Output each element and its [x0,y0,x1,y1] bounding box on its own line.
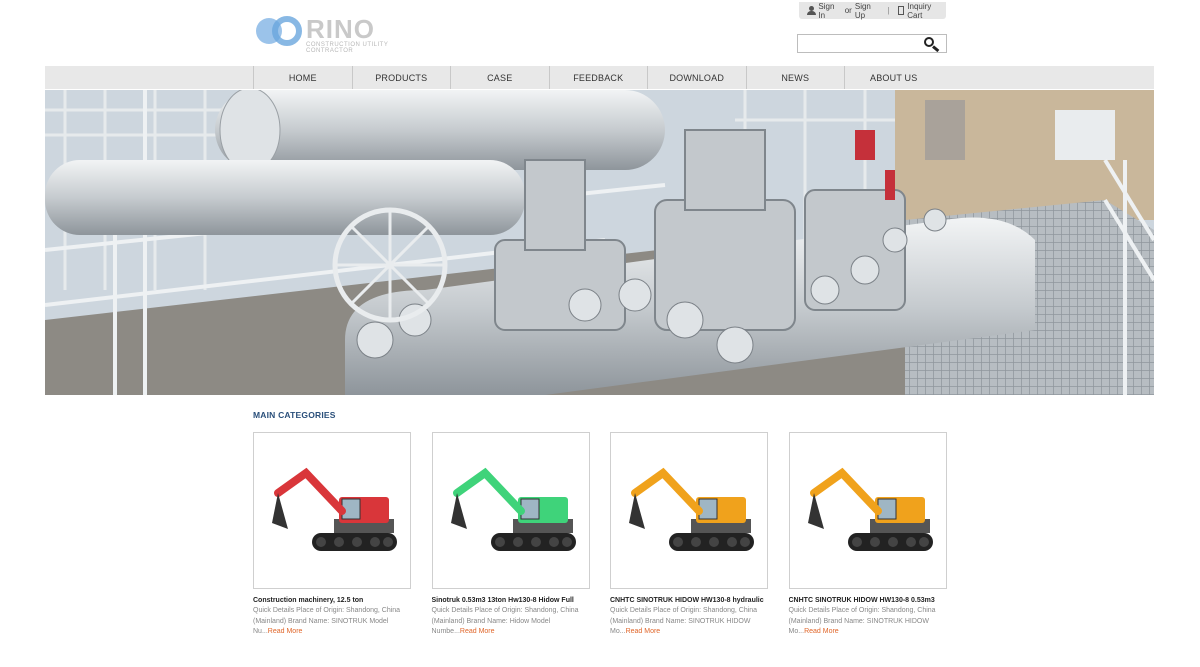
excavator-image [432,433,589,588]
hero-image [45,90,1154,395]
account-bar: Sign In or Sign Up | Inquiry Cart [799,2,946,20]
product-description: Quick Details Place of Origin: Shandong,… [432,606,590,638]
site-logo[interactable]: RINO CONSTRUCTION UTILITY CONTRACTOR [254,14,434,54]
inquiry-cart-link[interactable]: Inquiry Cart [907,2,946,20]
nav-item-products[interactable]: PRODUCTS [351,66,451,89]
product-thumbnail[interactable] [610,432,768,589]
excavator-image [611,433,767,588]
product-name[interactable]: CNHTC SINOTRUK HIDOW HW130-8 0.53m3 [789,596,947,605]
nav-item-home[interactable]: HOME [253,66,352,89]
nav-item-case[interactable]: CASE [450,66,549,89]
product-card[interactable]: CNHTC SINOTRUK HIDOW HW130-8 0.53m3 Quick… [788,432,947,638]
sign-up-link[interactable]: Sign Up [855,2,882,20]
product-description: Quick Details Place of Origin: Shandong,… [789,606,947,638]
nav-item-news[interactable]: NEWS [745,66,845,89]
product-card[interactable]: Sinotruk 0.53m3 13ton Hw130-8 Hidow Full… [431,432,590,638]
search-button[interactable] [924,37,940,53]
read-more-link[interactable]: Read More [804,628,839,635]
read-more-link[interactable]: Read More [626,628,661,635]
read-more-link[interactable]: Read More [460,628,495,635]
product-description-text: Quick Details Place of Origin: Shandong,… [431,607,579,635]
product-name[interactable]: Sinotruk 0.53m3 13ton Hw130-8 Hidow Full [432,596,590,605]
product-name[interactable]: Construction machinery, 12.5 ton [253,596,411,605]
nav-item-about-us[interactable]: ABOUT US [844,66,943,89]
main-nav: HOME PRODUCTS CASE FEEDBACK DOWNLOAD NEWS ABOU… [45,66,1154,89]
product-name[interactable]: CNHTC SINOTRUK HIDOW HW130-8 hydraulic [610,596,768,605]
nav-list: HOME PRODUCTS CASE FEEDBACK DOWNLOAD NEWS ABOU… [253,66,943,89]
product-card[interactable]: Construction machinery, 12.5 ton Quick De… [253,432,411,638]
excavator-image [254,433,410,588]
product-card[interactable]: CNHTC SINOTRUK HIDOW HW130-8 hydraulic Qu… [610,432,768,638]
product-grid: Construction machinery, 12.5 ton Quick De… [253,432,953,642]
logo-text: RINO [306,14,375,44]
sign-in-link[interactable]: Sign In [818,2,841,20]
nav-item-feedback[interactable]: FEEDBACK [548,66,648,89]
separator: | [887,6,890,15]
user-icon [807,6,817,15]
product-description: Quick Details Place of Origin: Shandong,… [610,606,768,638]
product-thumbnail[interactable] [788,432,947,589]
read-more-link[interactable]: Read More [268,628,303,635]
logo-ring [272,16,302,46]
or-label: or [844,6,852,15]
product-description: Quick Details Place of Origin: Shandong,… [253,606,411,638]
search-input[interactable] [800,36,918,51]
logo-tagline: CONSTRUCTION UTILITY CONTRACTOR [306,42,389,54]
hero-banner [45,90,1154,395]
product-thumbnail[interactable] [431,432,590,589]
search-box [797,34,947,53]
document-icon [897,6,905,15]
product-thumbnail[interactable] [253,432,411,589]
section-title: MAIN CATEGORIES [253,410,336,420]
excavator-image [789,433,946,588]
nav-item-download[interactable]: DOWNLOAD [647,66,746,89]
